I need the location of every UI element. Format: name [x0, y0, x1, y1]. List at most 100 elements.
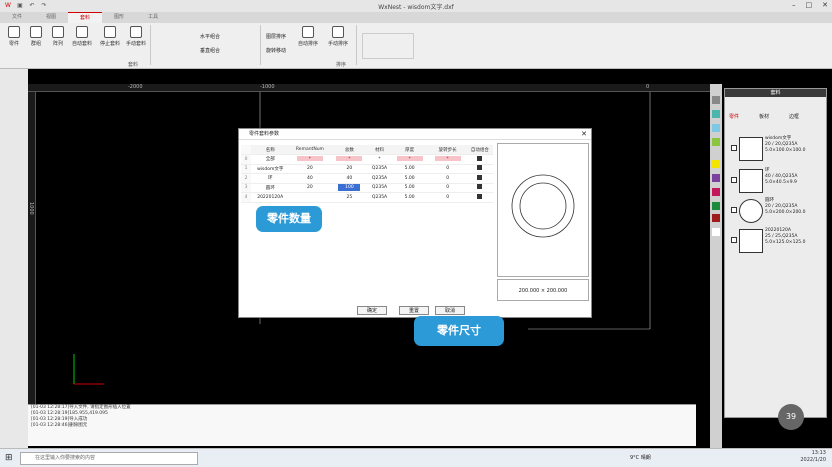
group-icon — [30, 26, 42, 38]
col-remant: RemantNum — [289, 145, 331, 155]
score-badge: 39 — [778, 404, 804, 430]
close-icon[interactable]: ✕ — [581, 129, 587, 140]
color-swatch[interactable] — [712, 174, 720, 182]
checkbox[interactable] — [731, 177, 737, 183]
table-row[interactable]: 2环 40 40 Q235A 5.00 0 — [241, 173, 493, 184]
ok-button[interactable]: 确定 — [357, 306, 387, 315]
ruler-left: 1000 — [28, 92, 36, 404]
list-item[interactable]: 20220120A 25 / 25,Q235A 5.0×125.0×125.0 — [731, 227, 821, 257]
checkbox[interactable] — [477, 193, 483, 199]
part-icon — [8, 26, 20, 38]
manual-nest-icon — [130, 26, 142, 38]
array-button[interactable]: 阵列 — [48, 26, 68, 47]
color-swatch[interactable] — [712, 160, 720, 168]
total-edit-field[interactable]: 100 — [338, 184, 361, 192]
panel-tab-sheets[interactable]: 板材 — [759, 113, 769, 120]
clock-date: 2022/1/20 — [800, 457, 826, 463]
panel-tab-parts[interactable]: 零件 — [729, 113, 739, 120]
close-icon[interactable]: ✕ — [822, 1, 828, 9]
group-label-nest: 套料 — [128, 62, 139, 68]
taskbar: ⊞ 在这里输入你要搜索的内容 9°C 晴朗 13:13 2022/1/20 — [0, 448, 832, 467]
params-table: 名称 RemantNum 总数 材料 厚度 旋转步长 自动组合 0 全部 * * *… — [241, 145, 493, 203]
col-name: 名称 — [251, 145, 290, 155]
col-material: 材料 — [368, 145, 391, 155]
minimize-icon[interactable]: – — [792, 1, 796, 9]
direction-slider[interactable] — [362, 33, 414, 59]
col-thickness: 厚度 — [390, 145, 429, 155]
color-swatch[interactable] — [712, 124, 720, 132]
table-row[interactable]: 4 20220120A 25 Q235A 5.00 0 — [241, 192, 493, 203]
manual-sort-button[interactable]: 手动排序 — [328, 26, 348, 47]
table-row[interactable]: 3 圆环 20 100 Q235A 5.00 0 — [241, 183, 493, 193]
tab-nest[interactable]: 套料 — [68, 12, 103, 23]
dialog-title: 零件套料参数 — [249, 131, 280, 137]
col-total: 总数 — [330, 145, 369, 155]
checkbox[interactable] — [477, 155, 483, 161]
table-row[interactable]: 0 全部 * * * * * — [241, 154, 493, 165]
part-size-readout: 200.000 × 200.000 — [497, 279, 589, 301]
weather-label: 9°C 晴朗 — [630, 455, 651, 461]
maximize-icon[interactable]: □ — [806, 1, 813, 9]
rotate-move-button[interactable]: 旋转移动 — [266, 47, 286, 54]
checkbox[interactable] — [731, 207, 737, 213]
color-swatch[interactable] — [712, 202, 720, 210]
vertical-combine-button[interactable]: 垂直组合 — [200, 47, 220, 54]
table-row[interactable]: 1 wisdom文字 20 20 Q235A 5.00 0 — [241, 164, 493, 174]
part-thumbnail — [739, 229, 763, 253]
tab-graphic[interactable]: 图形 — [102, 12, 136, 23]
array-icon — [52, 26, 64, 38]
color-strip — [710, 84, 722, 449]
callout-part-size: 零件尺寸 — [414, 316, 504, 346]
list-item[interactable]: wisdom文字 20 / 20,Q235A 5.0×100.0×100.0 — [731, 135, 821, 165]
taskbar-search-input[interactable]: 在这里输入你要搜索的内容 — [20, 452, 198, 465]
checkbox[interactable] — [477, 174, 483, 180]
color-swatch[interactable] — [712, 188, 720, 196]
color-swatch[interactable] — [712, 138, 720, 146]
layer-sort-button[interactable]: 图层排序 — [266, 33, 286, 40]
checkbox[interactable] — [731, 237, 737, 243]
log-output: [01-03 12:28:17]导入文件, 请指定图形插入位置 [01-03 1… — [28, 404, 696, 446]
checkbox[interactable] — [731, 145, 737, 151]
nest-panel: 套料 零件 板材 边框 wisdom文字 20 / 20,Q235A 5.0×100… — [724, 88, 827, 418]
list-item[interactable]: 圆环 20 / 20,Q235A 5.0×200.0×200.0 — [731, 197, 821, 227]
color-swatch[interactable] — [712, 96, 720, 104]
auto-nest-button[interactable]: 自动套料 — [72, 26, 92, 47]
windows-start-icon[interactable]: ⊞ — [5, 453, 13, 463]
list-item[interactable]: 环 40 / 40,Q235A 5.0×40.5×9.9 — [731, 167, 821, 197]
panel-tab-frames[interactable]: 边框 — [789, 113, 799, 120]
stop-nest-button[interactable]: 停止套料 — [100, 26, 120, 47]
color-swatch[interactable] — [712, 214, 720, 222]
tab-view[interactable]: 视图 — [34, 12, 68, 23]
manual-sort-icon — [332, 26, 344, 38]
manual-nest-button[interactable]: 手动套料 — [126, 26, 146, 47]
ruler-top: -2000 -1000 0 — [28, 84, 710, 92]
reset-button[interactable]: 重置 — [399, 306, 429, 315]
ring-preview — [511, 174, 575, 238]
ribbon-tabs: 文件 视图 套料 图形 工具 — [0, 12, 832, 23]
stop-nest-icon — [104, 26, 116, 38]
group-button[interactable]: 群组 — [26, 26, 46, 47]
color-swatch[interactable] — [712, 228, 720, 236]
col-auto-combine: 自动组合 — [466, 145, 493, 155]
col-rotation: 旋转步长 — [428, 145, 467, 155]
part-thumbnail — [739, 137, 763, 161]
window-title: WxNest - wisdom文字.dxf — [378, 3, 454, 11]
cancel-button[interactable]: 取消 — [435, 306, 465, 315]
part-thumbnail — [739, 169, 763, 193]
ribbon: 零件 群组 阵列 自动套料 停止套料 手动套料 水平组合 垂直组合 图层排序 旋… — [0, 23, 832, 69]
tab-tools[interactable]: 工具 — [136, 12, 170, 23]
auto-sort-button[interactable]: 自动排序 — [298, 26, 318, 47]
part-button[interactable]: 零件 — [4, 26, 24, 47]
tab-file[interactable]: 文件 — [0, 12, 34, 23]
group-label-sort: 排序 — [336, 62, 347, 68]
checkbox[interactable] — [477, 184, 483, 190]
checkbox[interactable] — [477, 165, 483, 171]
title-bar: W ▣ ↶ ↷ WxNest - wisdom文字.dxf – □ ✕ — [0, 0, 832, 12]
clock-time: 13:13 — [811, 450, 826, 456]
color-swatch[interactable] — [712, 110, 720, 118]
horizontal-combine-button[interactable]: 水平组合 — [200, 33, 220, 40]
auto-nest-icon — [76, 26, 88, 38]
panel-title: 套料 — [725, 89, 826, 97]
part-thumbnail — [739, 199, 763, 223]
part-preview — [497, 143, 589, 277]
